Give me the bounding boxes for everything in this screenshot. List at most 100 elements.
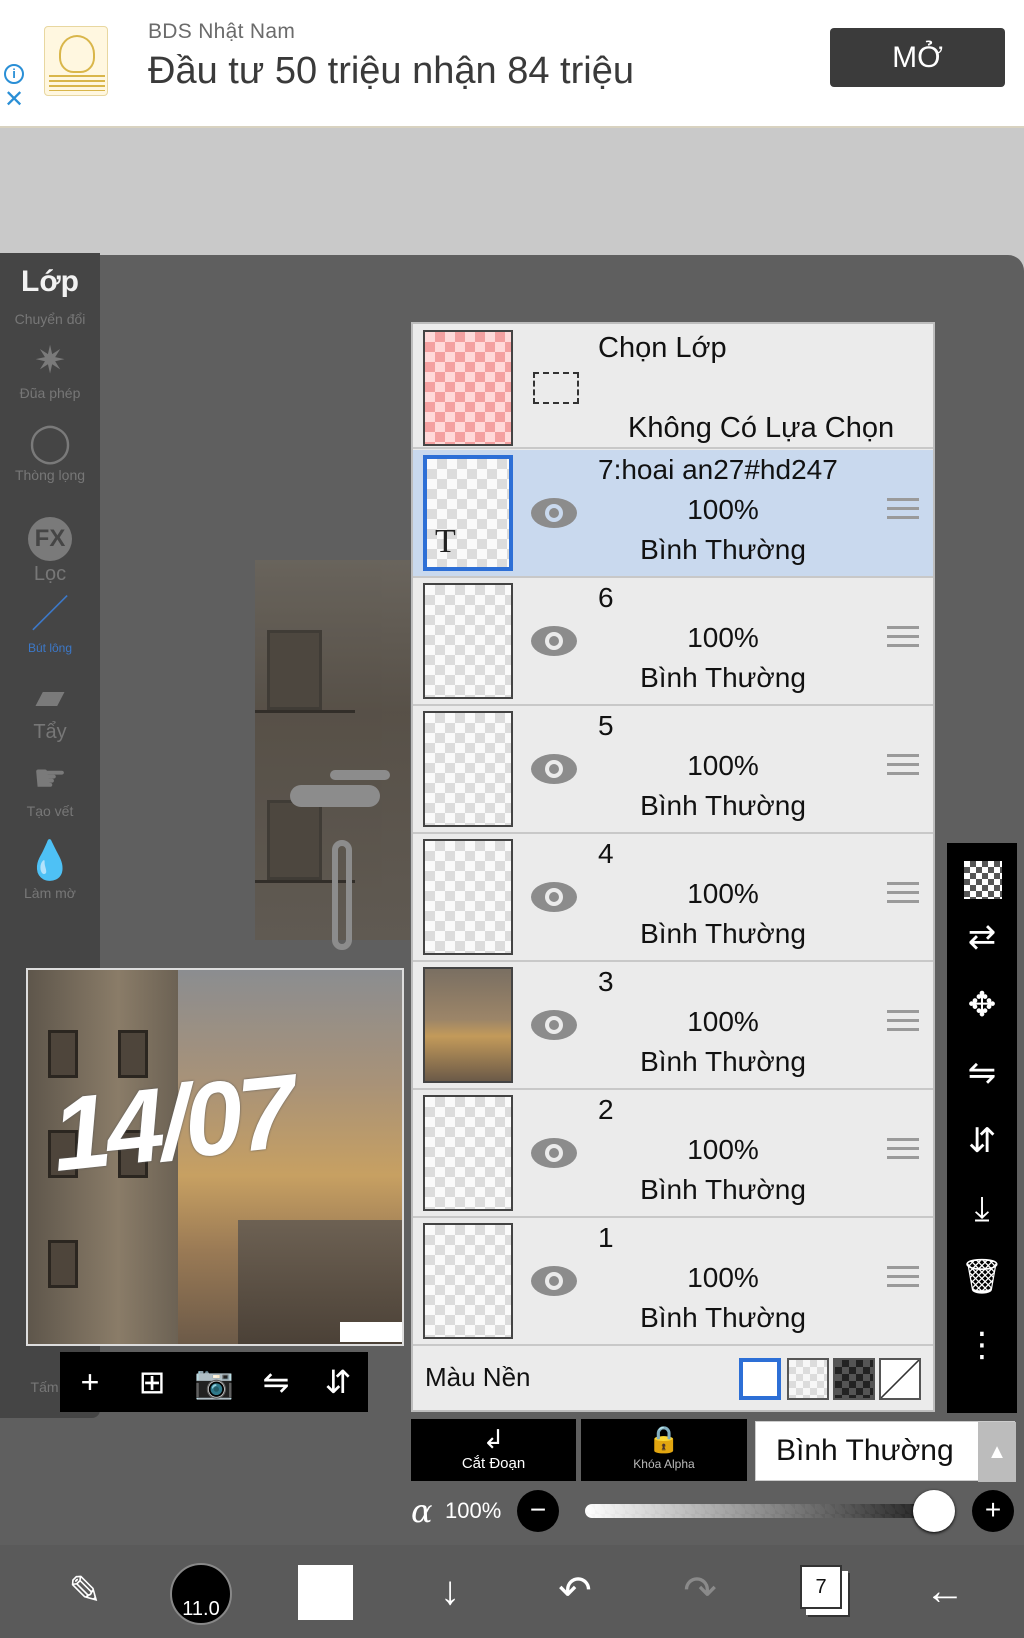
flip-vertical-icon[interactable]: ⇵: [947, 1111, 1017, 1171]
tool-filter[interactable]: FX Lọc: [4, 517, 96, 586]
opacity-increase-button[interactable]: +: [972, 1490, 1014, 1532]
close-icon[interactable]: ✕: [4, 88, 24, 112]
tool-transform-label: Chuyển đổi: [14, 311, 86, 327]
background-color-row: Màu Nền: [413, 1344, 933, 1410]
info-icon[interactable]: i: [4, 64, 24, 84]
opacity-value: 100%: [445, 1498, 502, 1523]
visibility-eye-icon[interactable]: [531, 1266, 577, 1296]
layer-panel: Chọn Lớp Không Có Lựa Chọn T 7:hoai an27#…: [411, 322, 935, 1412]
tool-smudge-label: Tạo vết: [26, 803, 74, 819]
move-icon[interactable]: ✥: [947, 975, 1017, 1035]
layer-row[interactable]: 1 100% Bình Thường: [413, 1218, 933, 1346]
drag-handle-icon[interactable]: [887, 498, 919, 524]
camera-icon[interactable]: 📷: [184, 1352, 244, 1412]
opacity-decrease-button[interactable]: −: [517, 1490, 559, 1532]
chevron-up-icon[interactable]: ▲: [978, 1422, 1016, 1482]
blend-mode-select[interactable]: Bình Thường ▲: [755, 1421, 1016, 1482]
tool-blur[interactable]: 💧 Làm mờ: [4, 839, 96, 901]
layer-row[interactable]: T 7:hoai an27#hd247 100% Bình Thường: [413, 450, 933, 578]
tool-smudge[interactable]: ☛ Tạo vết: [4, 757, 96, 819]
selection-thumbnail: [423, 330, 513, 446]
tool-swap-icon[interactable]: ✎: [50, 1545, 120, 1638]
canvas-stroke: [330, 770, 390, 780]
tool-eraser[interactable]: ▰ Tẩy: [4, 675, 96, 744]
ad-logo: [44, 26, 108, 96]
layer-opacity: 100%: [687, 494, 759, 525]
flip-vertical-icon[interactable]: ⇵: [308, 1352, 368, 1412]
drag-handle-icon[interactable]: [887, 626, 919, 652]
visibility-eye-icon[interactable]: [531, 754, 577, 784]
more-icon[interactable]: ⋮: [947, 1315, 1017, 1375]
visibility-eye-icon[interactable]: [531, 1010, 577, 1040]
add-layer-icon[interactable]: ⊞: [122, 1352, 182, 1412]
color-swatch-button[interactable]: [298, 1565, 353, 1620]
layer-thumbnail[interactable]: [423, 839, 513, 955]
swap-layers-icon[interactable]: ⇄: [947, 907, 1017, 967]
tool-lasso[interactable]: ◯ Thòng lọng: [4, 421, 96, 483]
bg-none-swatch[interactable]: [879, 1358, 921, 1400]
drag-handle-icon[interactable]: [887, 1010, 919, 1036]
layer-row[interactable]: 5 100% Bình Thường: [413, 706, 933, 834]
layer-thumbnail[interactable]: [423, 711, 513, 827]
flip-horizontal-icon[interactable]: ⇋: [246, 1352, 306, 1412]
flip-horizontal-icon[interactable]: ⇋: [947, 1043, 1017, 1103]
tool-layer[interactable]: Lớp: [4, 265, 96, 299]
redo-icon[interactable]: ↷: [670, 1545, 730, 1638]
opacity-slider[interactable]: [585, 1504, 925, 1518]
layer-thumbnail[interactable]: [423, 1095, 513, 1211]
opacity-row: α 100% − +: [411, 1486, 1024, 1536]
layers-count-button[interactable]: 7: [800, 1565, 842, 1609]
ad-open-button[interactable]: MỞ: [830, 28, 1005, 87]
layer-opacity: 100%: [687, 878, 759, 909]
back-arrow-icon[interactable]: ←: [915, 1545, 975, 1638]
ad-banner[interactable]: i ✕ BDS Nhật Nam Đầu tư 50 triệu nhận 84…: [0, 0, 1024, 128]
alpha-lock-label: Khóa Alpha: [633, 1457, 695, 1471]
layer-row[interactable]: 3 100% Bình Thường: [413, 962, 933, 1090]
trash-icon[interactable]: 🗑: [947, 1247, 1017, 1307]
tool-transform[interactable]: Chuyển đổi: [4, 311, 96, 327]
clipping-button[interactable]: ↲ Cắt Đoạn: [411, 1419, 576, 1481]
layer-row[interactable]: 4 100% Bình Thường: [413, 834, 933, 962]
tool-magic-wand-label: Đũa phép: [19, 385, 81, 401]
smudge-icon: ☛: [32, 758, 68, 800]
blur-drop-icon: 💧: [26, 840, 74, 882]
download-arrow-icon[interactable]: ↓: [420, 1545, 480, 1638]
bg-transparent-light-swatch[interactable]: [787, 1358, 829, 1400]
layer-row[interactable]: 2 100% Bình Thường: [413, 1090, 933, 1218]
drag-handle-icon[interactable]: [887, 1266, 919, 1292]
drag-handle-icon[interactable]: [887, 1138, 919, 1164]
selection-marquee-icon: [533, 372, 579, 404]
brush-size-button[interactable]: 11.0: [170, 1563, 232, 1625]
visibility-eye-icon[interactable]: [531, 626, 577, 656]
bg-white-swatch[interactable]: [739, 1358, 781, 1400]
undo-icon[interactable]: ↶: [545, 1545, 605, 1638]
tool-brush[interactable]: ／ Bút lông: [4, 593, 96, 655]
selection-layer-row[interactable]: Chọn Lớp Không Có Lựa Chọn: [413, 324, 933, 449]
drag-handle-icon[interactable]: [887, 882, 919, 908]
alpha-lock-button[interactable]: 🔒 Khóa Alpha: [581, 1419, 747, 1481]
visibility-eye-icon[interactable]: [531, 498, 577, 528]
layer-blend-mode: Bình Thường: [640, 662, 806, 693]
layer-row[interactable]: 6 100% Bình Thường: [413, 578, 933, 706]
lock-icon: 🔒: [647, 1424, 681, 1454]
opacity-slider-handle[interactable]: [913, 1490, 955, 1532]
selection-title: Chọn Lớp: [598, 332, 727, 364]
ad-headline[interactable]: Đầu tư 50 triệu nhận 84 triệu: [148, 50, 634, 93]
layer-blend-mode: Bình Thường: [640, 918, 806, 949]
drag-handle-icon[interactable]: [887, 754, 919, 780]
add-icon[interactable]: +: [60, 1352, 120, 1412]
magic-wand-icon: ✷: [34, 340, 66, 382]
visibility-eye-icon[interactable]: [531, 1138, 577, 1168]
layer-thumbnail[interactable]: T: [423, 455, 513, 571]
merge-down-icon[interactable]: ⤓: [947, 1179, 1017, 1239]
selection-subtitle: Không Có Lựa Chọn: [628, 412, 895, 444]
layer-name: 4: [598, 838, 614, 869]
layer-thumbnail[interactable]: [423, 967, 513, 1083]
visibility-eye-icon[interactable]: [531, 882, 577, 912]
bg-transparent-dark-swatch[interactable]: [833, 1358, 875, 1400]
layer-thumbnail[interactable]: [423, 583, 513, 699]
layer-thumbnail[interactable]: [423, 1223, 513, 1339]
tool-magic-wand[interactable]: ✷ Đũa phép: [4, 339, 96, 401]
checkerboard-icon[interactable]: [964, 861, 1002, 899]
background-label: Màu Nền: [425, 1362, 531, 1392]
